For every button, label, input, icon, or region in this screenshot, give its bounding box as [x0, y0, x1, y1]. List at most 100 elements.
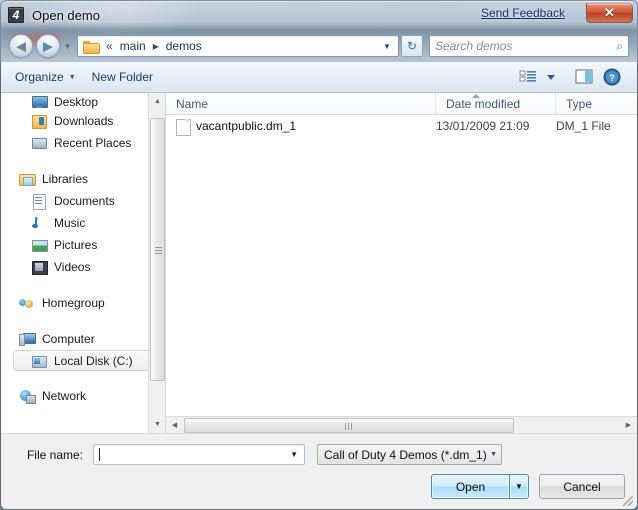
breadcrumb-item-demos[interactable]: demos: [163, 38, 205, 54]
sidebar-item-local-disk[interactable]: Local Disk (C:): [13, 350, 159, 371]
organize-label: Organize: [15, 70, 64, 84]
address-bar[interactable]: « main ▸ demos ▼: [77, 35, 399, 57]
local-disk-icon: [31, 354, 47, 368]
open-button[interactable]: Open: [431, 474, 509, 499]
file-type-cell: DM_1 File: [556, 119, 611, 133]
send-feedback-link[interactable]: Send Feedback: [481, 6, 565, 20]
sidebar-item-label: Local Disk (C:): [54, 353, 133, 368]
history-dropdown-button[interactable]: ▼: [61, 42, 74, 51]
file-rows: vacantpublic.dm_1 13/01/2009 21:09 DM_1 …: [166, 115, 637, 416]
scroll-right-button[interactable]: ▶: [620, 417, 637, 434]
preview-pane-button[interactable]: [571, 66, 597, 88]
title-bar: 4 Open demo Send Feedback ✕: [1, 1, 637, 29]
chevron-down-icon: [547, 75, 555, 80]
back-arrow-icon: ◀: [16, 38, 26, 54]
folder-icon: [83, 40, 100, 54]
dialog-client-area: Organize ▼ New Folder ? Desktop Download…: [0, 62, 638, 510]
scroll-down-button[interactable]: ▼: [149, 416, 165, 433]
chevron-down-icon[interactable]: ▼: [290, 450, 302, 459]
sidebar-item-documents[interactable]: Documents: [1, 190, 165, 212]
sidebar-item-label: Libraries: [42, 172, 89, 186]
file-list-horizontal-scrollbar[interactable]: ◀ ▶: [166, 416, 637, 433]
navigation-tree: Desktop Downloads Recent Places Librarie…: [1, 93, 165, 407]
close-button[interactable]: ✕: [586, 3, 633, 23]
search-box[interactable]: Search demos ⌕: [429, 35, 629, 57]
scrollbar-thumb[interactable]: [150, 118, 165, 381]
documents-icon: [31, 194, 47, 210]
search-input[interactable]: Search demos: [435, 39, 616, 53]
downloads-icon: [31, 114, 47, 129]
sidebar-item-pictures[interactable]: Pictures: [1, 234, 165, 256]
open-dropdown-button[interactable]: ▼: [509, 474, 529, 499]
file-name-label: File name:: [26, 447, 83, 462]
sidebar-item-label: Downloads: [54, 114, 114, 128]
view-mode-button[interactable]: [515, 66, 541, 88]
sidebar-item-homegroup[interactable]: Homegroup: [1, 292, 165, 314]
column-header-type[interactable]: Type: [556, 93, 637, 114]
refresh-button[interactable]: ↻: [401, 35, 423, 57]
sidebar-item-label: Videos: [54, 260, 91, 274]
desktop-icon: [31, 95, 48, 109]
breadcrumb-item-main[interactable]: main: [117, 38, 149, 54]
column-header-row: Name Date modified Type: [166, 93, 637, 115]
svg-text:?: ?: [609, 73, 615, 83]
text-cursor-icon: [99, 448, 100, 461]
scroll-up-button[interactable]: ▲: [149, 93, 165, 110]
sidebar-item-label: Documents: [54, 194, 115, 208]
sidebar-item-label: Recent Places: [54, 136, 132, 150]
app-icon: 4: [8, 7, 24, 23]
help-icon: ?: [603, 68, 621, 86]
scrollbar-grip-icon: [155, 246, 162, 254]
music-icon: [31, 216, 47, 230]
search-icon: ⌕: [616, 38, 623, 53]
sidebar-item-libraries[interactable]: Libraries: [1, 168, 165, 190]
sidebar-item-network[interactable]: Network: [1, 385, 165, 407]
file-list-pane: Name Date modified Type vacantpublic.dm_…: [166, 93, 637, 433]
file-name-input[interactable]: ▼: [93, 444, 305, 465]
sidebar-item-computer[interactable]: Computer: [1, 328, 165, 350]
cancel-button[interactable]: Cancel: [539, 474, 625, 499]
scrollbar-thumb[interactable]: [184, 418, 514, 433]
recent-places-icon: [31, 136, 47, 150]
dialog-footer: File name: ▼ Call of Duty 4 Demos (*.dm_…: [1, 433, 637, 509]
preview-pane-icon: [575, 69, 593, 84]
navigation-bar: ◀ ▶ ▼ « main ▸ demos ▼ ↻ Search demos ⌕: [1, 29, 637, 63]
sidebar-vertical-scrollbar[interactable]: ▲ ▼: [148, 93, 165, 433]
list-view-icon: [519, 70, 536, 82]
table-row[interactable]: vacantpublic.dm_1 13/01/2009 21:09 DM_1 …: [166, 115, 637, 137]
file-name-cell: vacantpublic.dm_1: [166, 118, 436, 136]
sidebar-item-videos[interactable]: Videos: [1, 256, 165, 278]
computer-icon: [19, 332, 36, 346]
back-button[interactable]: ◀: [9, 34, 33, 58]
sidebar-item-label: Music: [54, 216, 86, 230]
forward-arrow-icon: ▶: [43, 38, 53, 54]
file-type-filter-dropdown[interactable]: Call of Duty 4 Demos (*.dm_1) ▼: [317, 444, 502, 465]
homegroup-icon: [19, 296, 35, 310]
sidebar-item-label: Pictures: [54, 238, 98, 252]
file-name-text: vacantpublic.dm_1: [196, 119, 297, 133]
sidebar-item-music[interactable]: Music: [1, 212, 165, 234]
help-button[interactable]: ?: [599, 66, 625, 88]
forward-button[interactable]: ▶: [36, 34, 60, 58]
column-header-date-modified[interactable]: Date modified: [436, 93, 556, 114]
open-file-dialog: 4 Open demo Send Feedback ✕ ◀ ▶ ▼ « main…: [0, 0, 638, 510]
sidebar-item-desktop[interactable]: Desktop: [1, 93, 165, 110]
breadcrumb-overflow-icon[interactable]: «: [102, 39, 117, 53]
address-dropdown-icon[interactable]: ▼: [379, 42, 395, 51]
sidebar-item-downloads[interactable]: Downloads: [1, 110, 165, 132]
chevron-right-icon: ▸: [152, 39, 159, 53]
scroll-left-button[interactable]: ◀: [166, 417, 183, 434]
panes-container: Desktop Downloads Recent Places Librarie…: [1, 93, 637, 433]
resize-grip[interactable]: [623, 496, 633, 506]
view-mode-dropdown[interactable]: [543, 66, 569, 88]
file-icon: [176, 118, 191, 136]
sidebar-item-label: Computer: [42, 332, 95, 346]
new-folder-button[interactable]: New Folder: [84, 67, 161, 87]
command-toolbar: Organize ▼ New Folder ?: [1, 62, 637, 93]
organize-menu-button[interactable]: Organize ▼: [7, 67, 84, 87]
sidebar-item-recent-places[interactable]: Recent Places: [1, 132, 165, 154]
column-header-name[interactable]: Name: [166, 93, 436, 114]
scrollbar-grip-icon: [345, 423, 352, 430]
